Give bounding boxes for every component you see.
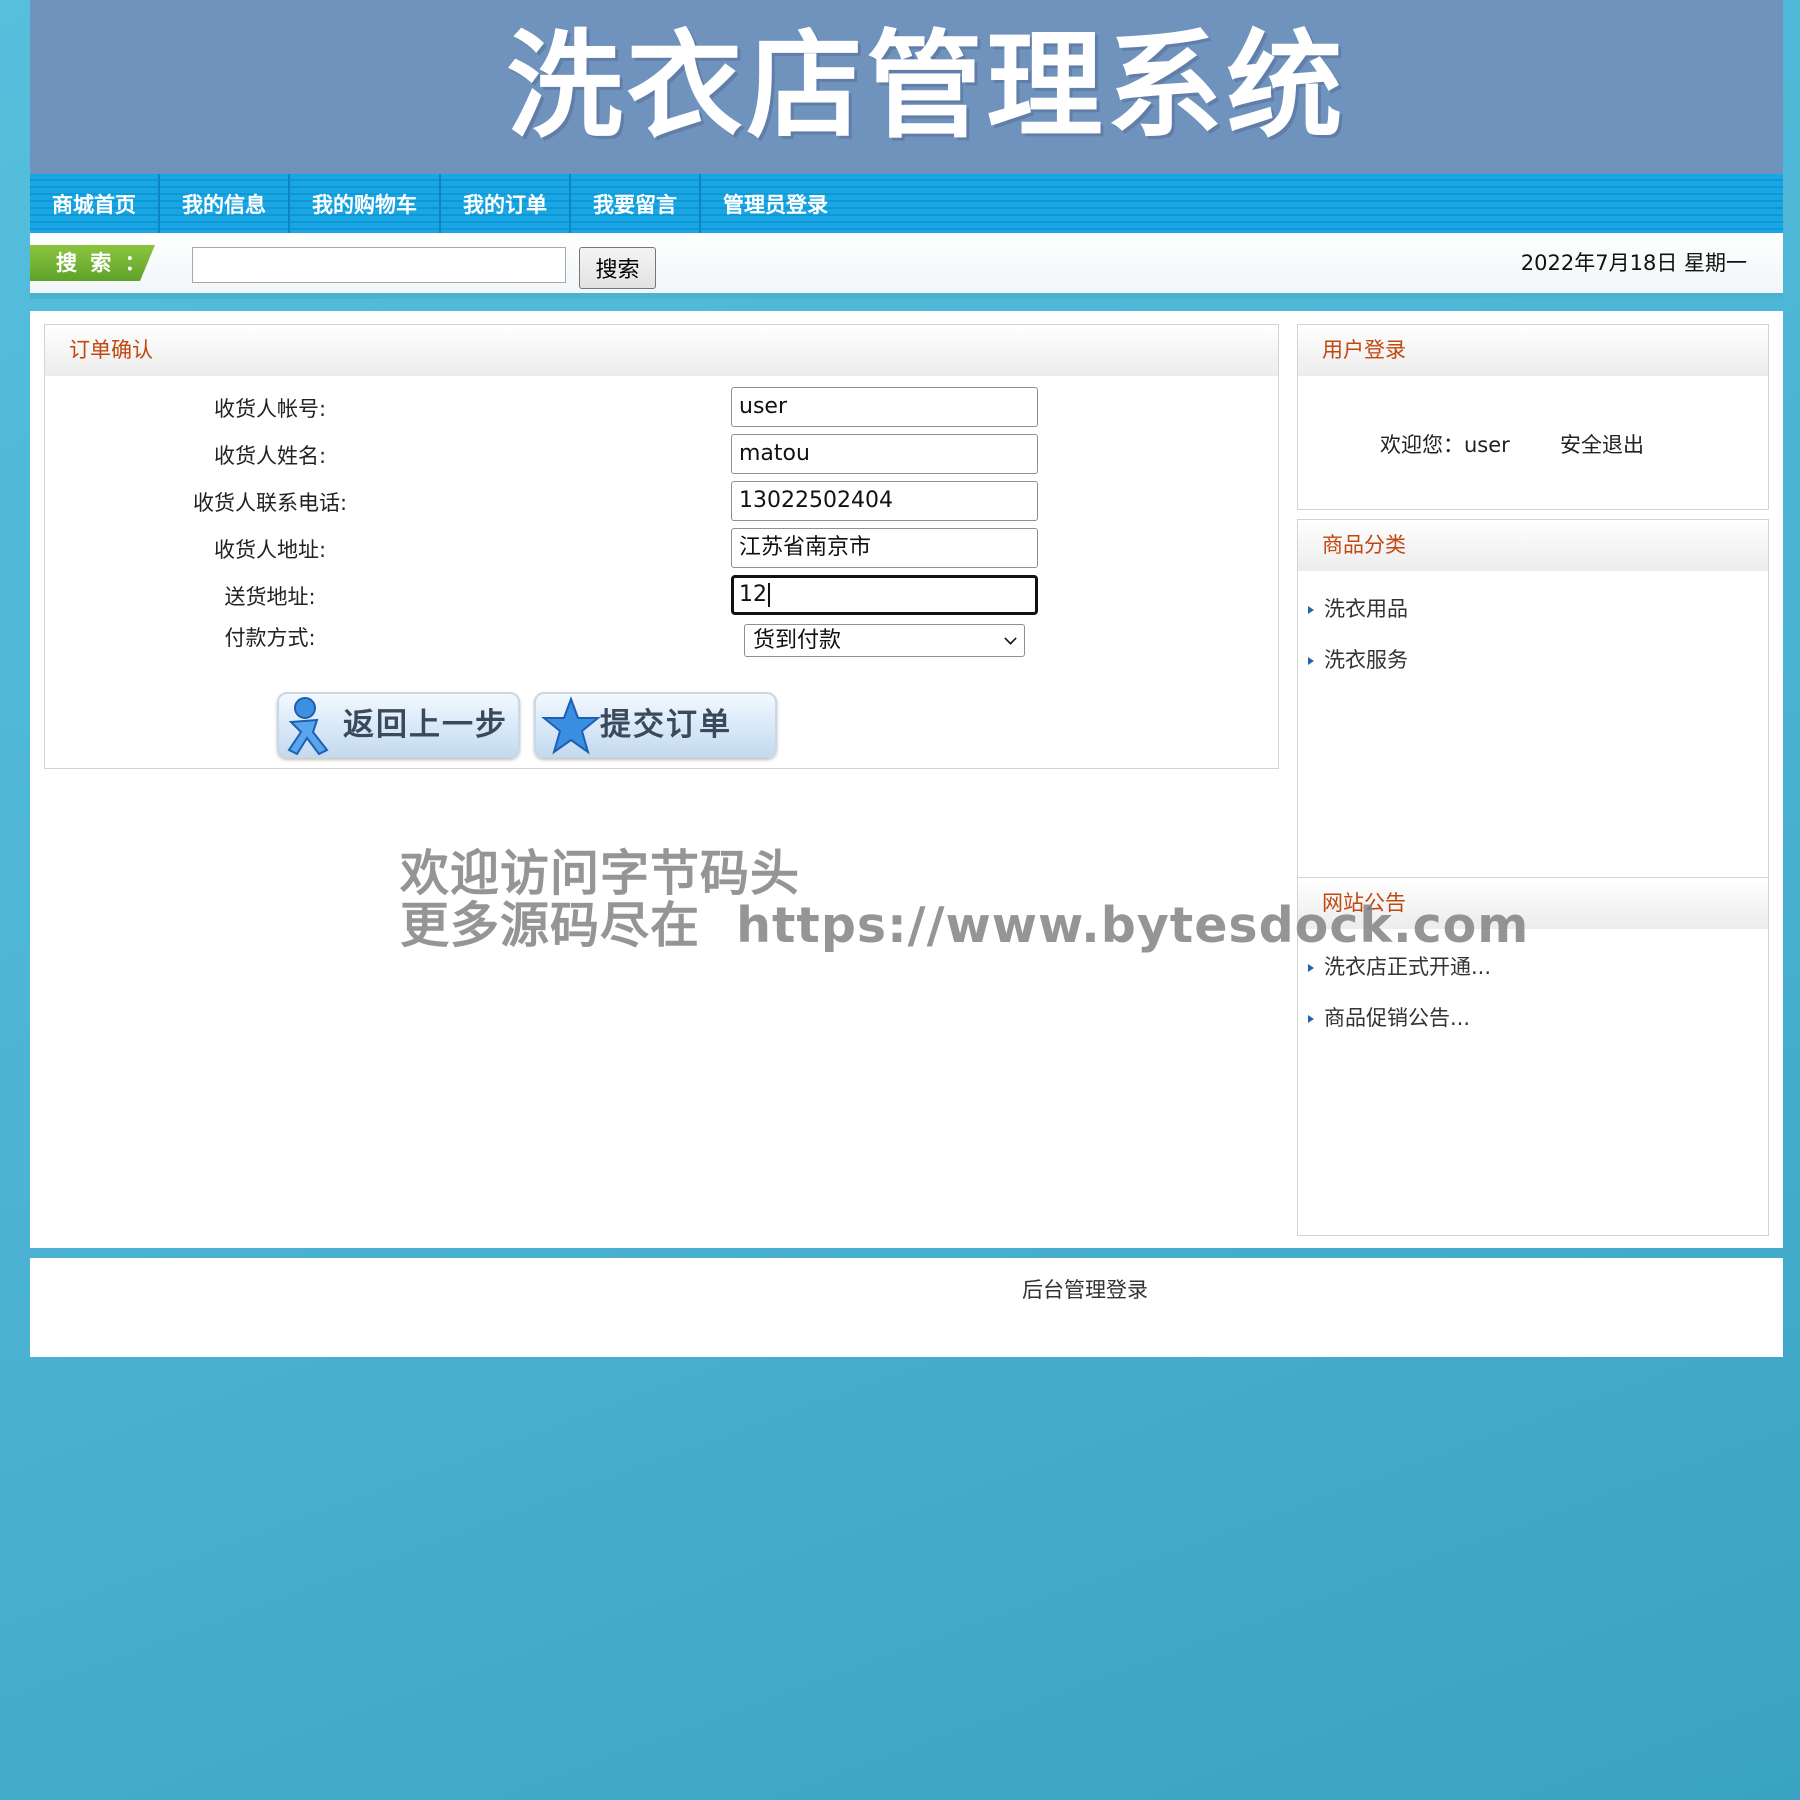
bullet-icon bbox=[1308, 657, 1314, 665]
user-login-panel: 用户登录 欢迎您：user 安全退出 bbox=[1297, 324, 1769, 510]
category-item[interactable]: 洗衣服务 bbox=[1308, 642, 1768, 693]
account-field[interactable]: user bbox=[731, 387, 1038, 427]
footer: 后台管理登录 bbox=[30, 1258, 1783, 1357]
bullet-icon bbox=[1308, 964, 1314, 972]
address-label: 收货人地址: bbox=[213, 538, 327, 562]
form-row-phone: 收货人联系电话: 13022502404 bbox=[45, 481, 1278, 521]
watermark-line-2: 更多源码尽在 https://www.bytesdock.com bbox=[400, 897, 1530, 954]
category-item-label: 洗衣用品 bbox=[1324, 597, 1408, 621]
bullet-icon bbox=[1308, 606, 1314, 614]
star-icon bbox=[540, 696, 602, 779]
payment-selected: 货到付款 bbox=[753, 628, 842, 653]
phone-field[interactable]: 13022502404 bbox=[731, 481, 1038, 521]
order-panel-title: 订单确认 bbox=[45, 325, 1278, 376]
name-label: 收货人姓名: bbox=[213, 444, 327, 468]
delivery-address-label: 送货地址: bbox=[224, 585, 316, 609]
phone-label: 收货人联系电话: bbox=[192, 491, 348, 515]
submit-button-label: 提交订单 bbox=[600, 707, 732, 743]
account-label: 收货人帐号: bbox=[213, 397, 327, 421]
welcome-text: 欢迎您：user bbox=[1380, 433, 1510, 457]
category-item-label: 洗衣服务 bbox=[1324, 648, 1408, 672]
payment-label: 付款方式: bbox=[224, 626, 316, 650]
logout-link[interactable]: 安全退出 bbox=[1560, 429, 1644, 459]
order-confirm-panel: 订单确认 收货人帐号: user 收货人姓名: matou 收货人联系电话: 1… bbox=[44, 324, 1279, 769]
page: 洗衣店管理系统 商城首页 我的信息 我的购物车 我的订单 我要留言 管理员登录 … bbox=[30, 0, 1783, 299]
search-button[interactable]: 搜索 bbox=[579, 247, 656, 289]
form-row-payment: 付款方式: 货到付款 bbox=[45, 622, 1278, 662]
login-panel-title: 用户登录 bbox=[1298, 325, 1768, 376]
admin-login-link[interactable]: 后台管理登录 bbox=[1022, 1274, 1148, 1304]
payment-select[interactable]: 货到付款 bbox=[744, 624, 1025, 657]
nav-item-admin-login[interactable]: 管理员登录 bbox=[701, 174, 850, 233]
nav-item-message[interactable]: 我要留言 bbox=[571, 174, 701, 233]
form-row-address: 收货人地址: 江苏省南京市 bbox=[45, 528, 1278, 568]
notice-item[interactable]: 商品促销公告... bbox=[1308, 1000, 1768, 1051]
nav-item-cart[interactable]: 我的购物车 bbox=[290, 174, 441, 233]
form-row-delivery: 送货地址: 12 bbox=[45, 575, 1278, 615]
site-title: 洗衣店管理系统 bbox=[506, 19, 1347, 154]
category-item[interactable]: 洗衣用品 bbox=[1308, 591, 1768, 642]
nav-item-orders[interactable]: 我的订单 bbox=[441, 174, 571, 233]
form-row-account: 收货人帐号: user bbox=[45, 387, 1278, 427]
notice-item-label: 商品促销公告... bbox=[1324, 1006, 1471, 1030]
search-input[interactable] bbox=[192, 247, 566, 283]
main-content: 订单确认 收货人帐号: user 收货人姓名: matou 收货人联系电话: 1… bbox=[30, 311, 1783, 1248]
notice-item-label: 洗衣店正式开通... bbox=[1324, 955, 1492, 979]
main-nav: 商城首页 我的信息 我的购物车 我的订单 我要留言 管理员登录 bbox=[30, 174, 1783, 233]
category-panel: 商品分类 洗衣用品 洗衣服务 bbox=[1297, 519, 1769, 878]
current-date: 2022年7月18日 星期一 bbox=[1520, 251, 1747, 275]
search-bar: 搜 索 ： 搜索 2022年7月18日 星期一 bbox=[30, 233, 1783, 299]
notice-item[interactable]: 洗衣店正式开通... bbox=[1308, 949, 1768, 1000]
delivery-address-field[interactable]: 12 bbox=[731, 575, 1038, 615]
address-field[interactable]: 江苏省南京市 bbox=[731, 528, 1038, 568]
watermark: 欢迎访问字节码头 更多源码尽在 https://www.bytesdock.co… bbox=[400, 848, 1529, 952]
person-icon bbox=[283, 696, 341, 779]
form-row-name: 收货人姓名: matou bbox=[45, 434, 1278, 474]
text-caret bbox=[768, 583, 770, 607]
search-label: 搜 索 ： bbox=[30, 245, 155, 281]
nav-item-my-info[interactable]: 我的信息 bbox=[160, 174, 290, 233]
category-panel-title: 商品分类 bbox=[1298, 520, 1768, 571]
category-list: 洗衣用品 洗衣服务 bbox=[1298, 571, 1768, 693]
back-button[interactable]: 返回上一步 bbox=[277, 692, 520, 758]
nav-item-home[interactable]: 商城首页 bbox=[30, 174, 160, 233]
submit-order-button[interactable]: 提交订单 bbox=[534, 692, 777, 758]
form-buttons: 返回上一步 提交订单 bbox=[45, 692, 1278, 758]
back-button-label: 返回上一步 bbox=[343, 707, 508, 743]
chevron-down-icon bbox=[1004, 632, 1017, 645]
bullet-icon bbox=[1308, 1015, 1314, 1023]
name-field[interactable]: matou bbox=[731, 434, 1038, 474]
watermark-line-1: 欢迎访问字节码头 bbox=[400, 845, 801, 902]
delivery-address-value: 12 bbox=[739, 582, 767, 607]
header-banner: 洗衣店管理系统 bbox=[30, 0, 1783, 174]
